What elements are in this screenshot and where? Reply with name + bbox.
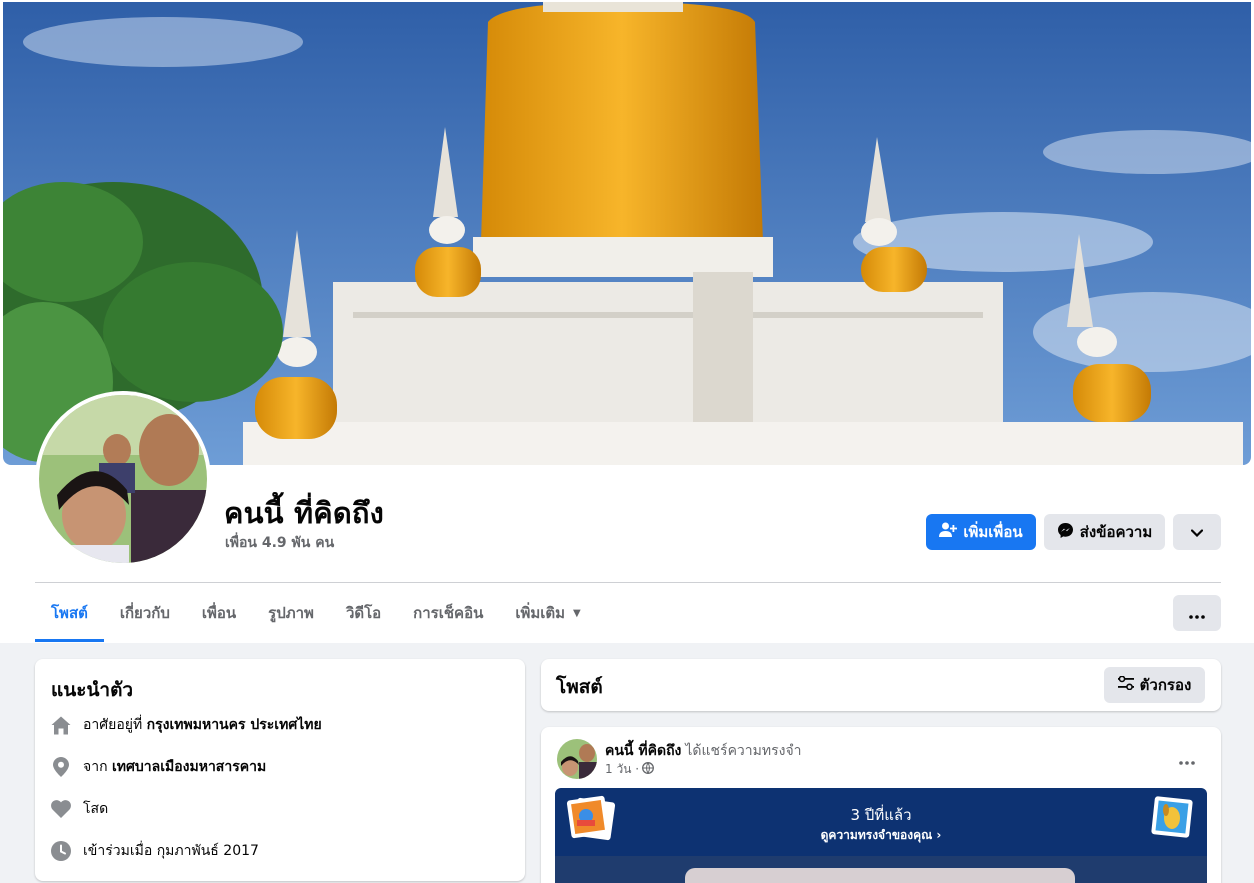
intro-relationship: โสด xyxy=(51,798,108,820)
profile-tabs: โพสต์ เกี่ยวกับ เพื่อน รูปภาพ วิดีโอ การ… xyxy=(35,584,597,642)
add-friend-label: เพิ่มเพื่อน xyxy=(963,523,1023,541)
intro-joined: เข้าร่วมเมื่อ กุมภาพันธ์ 2017 xyxy=(51,840,259,862)
profile-avatar[interactable] xyxy=(35,391,211,567)
tab-more-label: เพิ่มเติม xyxy=(515,604,566,622)
tab-checkins-label: การเช็คอิน xyxy=(413,604,484,622)
header-divider xyxy=(35,582,1221,583)
heart-icon xyxy=(51,799,71,819)
tab-friends-label: เพื่อน xyxy=(201,604,237,622)
from-prefix: จาก xyxy=(83,759,108,775)
posts-header: โพสต์ ตัวกรอง xyxy=(541,659,1221,711)
profile-options-button[interactable] xyxy=(1173,514,1221,550)
ellipsis-icon xyxy=(1179,750,1195,769)
post-time[interactable]: 1 วัน · xyxy=(605,760,639,779)
lives-prefix: อาศัยอยู่ที่ xyxy=(83,717,143,733)
tab-about-label: เกี่ยวกับ xyxy=(119,604,170,622)
friend-count[interactable]: เพื่อน 4.9 พัน คน xyxy=(225,532,334,554)
profile-name: คนนี้ ที่คิดถึง xyxy=(224,496,385,530)
tab-photos[interactable]: รูปภาพ xyxy=(252,584,330,642)
post-author-avatar[interactable] xyxy=(557,739,597,779)
tab-checkins[interactable]: การเช็คอิน xyxy=(397,584,499,642)
post-card: คนนี้ ที่คิดถึงได้แชร์ความทรงจำ 1 วัน · xyxy=(541,727,1221,883)
intro-lives-in: อาศัยอยู่ที่ กรุงเทพมหานคร ประเทศไทย xyxy=(51,714,322,736)
posts-title: โพสต์ xyxy=(556,676,603,698)
from-value[interactable]: เทศบาลเมืองมหาสารคาม xyxy=(112,756,266,778)
messenger-icon xyxy=(1057,522,1074,543)
tab-videos-label: วิดีโอ xyxy=(345,604,382,622)
filter-button[interactable]: ตัวกรอง xyxy=(1104,667,1205,703)
tab-friends[interactable]: เพื่อน xyxy=(186,584,252,642)
tab-photos-label: รูปภาพ xyxy=(268,604,314,622)
tab-posts[interactable]: โพสต์ xyxy=(35,584,104,642)
intro-card: แนะนำตัว อาศัยอยู่ที่ กรุงเทพมหานคร ประเ… xyxy=(35,659,525,881)
tab-posts-label: โพสต์ xyxy=(51,604,88,622)
home-icon xyxy=(51,715,71,735)
message-button[interactable]: ส่งข้อความ xyxy=(1044,514,1165,550)
caret-down-icon: ▼ xyxy=(573,607,581,619)
memory-photo-preview[interactable] xyxy=(685,868,1075,883)
post-header-line: คนนี้ ที่คิดถึง ได้แชร์ความทรงจำ xyxy=(605,740,802,762)
post-meta: 1 วัน · xyxy=(605,760,654,779)
tab-more[interactable]: เพิ่มเติม ▼ xyxy=(499,584,596,642)
memory-banner[interactable]: 3 ปีที่แล้ว ดูความทรงจำของคุณ › xyxy=(555,788,1207,883)
profile-header: คนนี้ ที่คิดถึง เพื่อน 4.9 พัน คน เพิ่มเ… xyxy=(0,0,1254,643)
person-plus-icon xyxy=(939,522,958,542)
ellipsis-icon xyxy=(1189,604,1205,623)
memory-title: 3 ปีที่แล้ว xyxy=(850,806,912,824)
clock-icon xyxy=(51,841,71,861)
joined-value: เข้าร่วมเมื่อ กุมภาพันธ์ 2017 xyxy=(83,843,259,859)
tabs-more-button[interactable] xyxy=(1173,595,1221,631)
intro-from: จาก เทศบาลเมืองมหาสารคาม xyxy=(51,756,266,778)
globe-icon xyxy=(642,762,654,777)
sliders-icon xyxy=(1117,675,1134,694)
relationship-value: โสด xyxy=(83,801,109,817)
lives-value[interactable]: กรุงเทพมหานคร ประเทศไทย xyxy=(147,714,322,736)
post-action-text: ได้แชร์ความทรงจำ xyxy=(685,743,802,759)
filter-label: ตัวกรอง xyxy=(1139,676,1192,694)
intro-title: แนะนำตัว xyxy=(51,679,134,701)
add-friend-button[interactable]: เพิ่มเพื่อน xyxy=(926,514,1036,550)
location-pin-icon xyxy=(51,757,71,777)
memory-link[interactable]: ดูความทรงจำของคุณ › xyxy=(555,826,1207,845)
message-label: ส่งข้อความ xyxy=(1079,523,1153,541)
post-author-name[interactable]: คนนี้ ที่คิดถึง xyxy=(605,743,681,759)
avatar xyxy=(39,395,207,563)
cover-photo[interactable] xyxy=(3,2,1251,465)
tab-videos[interactable]: วิดีโอ xyxy=(330,584,397,642)
tab-about[interactable]: เกี่ยวกับ xyxy=(104,584,186,642)
post-options-button[interactable] xyxy=(1169,741,1205,777)
chevron-down-icon xyxy=(1190,523,1204,541)
photo-dog-icon xyxy=(1145,794,1199,848)
